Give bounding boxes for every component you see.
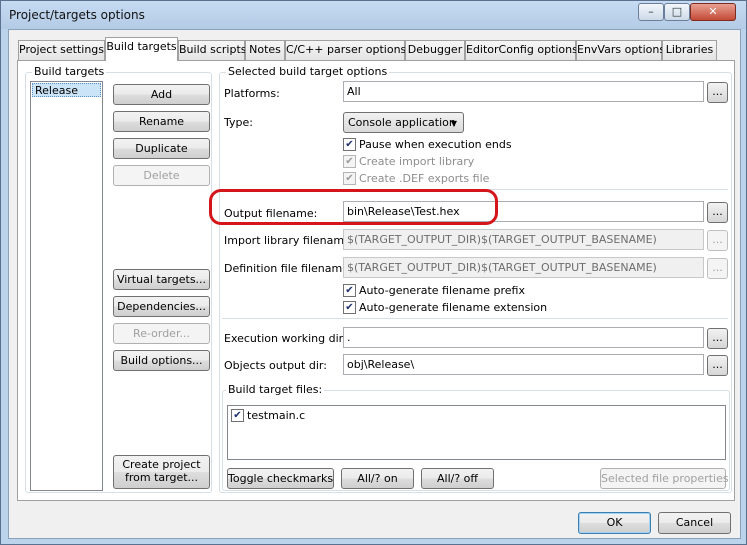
checkmark-icon: ✔ bbox=[231, 409, 244, 422]
file-name: testmain.c bbox=[247, 409, 306, 422]
tab-libraries[interactable]: Libraries bbox=[662, 40, 717, 60]
auto-prefix-label: Auto-generate filename prefix bbox=[359, 284, 525, 297]
auto-extension-label: Auto-generate filename extension bbox=[359, 301, 548, 314]
all-on-button[interactable]: All/? on bbox=[341, 468, 414, 489]
dependencies-button[interactable]: Dependencies... bbox=[113, 296, 210, 317]
build-targets-list[interactable]: Release bbox=[30, 81, 103, 491]
type-select-value: Console application bbox=[348, 116, 456, 129]
create-project-label-line2: from target... bbox=[124, 471, 199, 484]
create-import-library-checkbox[interactable]: ✔ Create import library bbox=[343, 155, 474, 168]
import-library-label: Import library filename: bbox=[224, 234, 355, 247]
duplicate-button[interactable]: Duplicate bbox=[113, 138, 210, 159]
virtual-targets-button[interactable]: Virtual targets... bbox=[113, 269, 210, 290]
tab-build-targets[interactable]: Build targets bbox=[105, 37, 178, 61]
list-item[interactable]: Release bbox=[32, 83, 101, 97]
selected-target-options-label: Selected build target options bbox=[226, 65, 390, 78]
definition-file-browse-button[interactable]: ... bbox=[707, 258, 728, 279]
checkmark-icon: ✔ bbox=[343, 172, 356, 185]
create-import-library-label: Create import library bbox=[359, 155, 475, 168]
add-button[interactable]: Add bbox=[113, 84, 210, 105]
output-filename-highlight bbox=[209, 189, 498, 225]
cancel-button[interactable]: Cancel bbox=[658, 512, 731, 534]
toggle-checkmarks-button[interactable]: Toggle checkmarks bbox=[227, 468, 334, 489]
definition-file-field[interactable]: $(TARGET_OUTPUT_DIR)$(TARGET_OUTPUT_BASE… bbox=[343, 257, 704, 278]
tab-build-scripts[interactable]: Build scripts bbox=[178, 40, 247, 60]
platforms-field[interactable]: All bbox=[343, 81, 704, 102]
list-item[interactable]: ✔ testmain.c bbox=[231, 409, 305, 422]
minimize-button[interactable]: – bbox=[638, 3, 664, 21]
selected-file-properties-button[interactable]: Selected file properties bbox=[600, 468, 729, 489]
chevron-down-icon: ▼ bbox=[450, 119, 457, 128]
tab-debugger[interactable]: Debugger bbox=[405, 40, 465, 60]
platforms-label: Platforms: bbox=[224, 87, 280, 100]
objects-dir-label: Objects output dir: bbox=[224, 359, 327, 372]
rename-button[interactable]: Rename bbox=[113, 111, 210, 132]
title-bar[interactable]: Project/targets options – □ ✕ bbox=[1, 1, 746, 29]
dialog-client: Project settings Build targets Build scr… bbox=[8, 29, 741, 539]
create-def-exports-label: Create .DEF exports file bbox=[359, 172, 490, 185]
objects-dir-browse-button[interactable]: ... bbox=[707, 355, 728, 376]
delete-button[interactable]: Delete bbox=[113, 165, 210, 186]
tab-notes[interactable]: Notes bbox=[245, 40, 285, 60]
definition-file-label: Definition file filename: bbox=[224, 262, 353, 275]
build-target-files-label: Build target files: bbox=[226, 383, 325, 396]
create-project-label-line1: Create project bbox=[122, 458, 201, 471]
tab-envvars-options[interactable]: EnvVars options bbox=[576, 40, 665, 60]
checkmark-icon: ✔ bbox=[343, 301, 356, 314]
import-library-browse-button[interactable]: ... bbox=[707, 230, 728, 251]
exec-dir-label: Execution working dir: bbox=[224, 332, 347, 345]
minimize-icon: – bbox=[648, 5, 654, 18]
pause-checkbox-label: Pause when execution ends bbox=[359, 138, 512, 151]
checkmark-icon: ✔ bbox=[343, 284, 356, 297]
tab-editorconfig-options[interactable]: EditorConfig options bbox=[465, 40, 578, 60]
import-library-field[interactable]: $(TARGET_OUTPUT_DIR)$(TARGET_OUTPUT_BASE… bbox=[343, 229, 704, 250]
ok-button[interactable]: OK bbox=[578, 512, 651, 534]
all-off-button[interactable]: All/? off bbox=[421, 468, 494, 489]
build-options-button[interactable]: Build options... bbox=[113, 350, 210, 371]
exec-dir-browse-button[interactable]: ... bbox=[707, 328, 728, 349]
tab-project-settings[interactable]: Project settings bbox=[18, 40, 105, 60]
type-label: Type: bbox=[224, 116, 253, 129]
checkmark-icon: ✔ bbox=[343, 155, 356, 168]
reorder-button[interactable]: Re-order... bbox=[113, 323, 210, 344]
maximize-button[interactable]: □ bbox=[664, 3, 690, 21]
type-select[interactable]: Console application ▼ bbox=[343, 112, 464, 133]
close-button[interactable]: ✕ bbox=[690, 3, 736, 21]
create-def-exports-checkbox[interactable]: ✔ Create .DEF exports file bbox=[343, 172, 489, 185]
checkmark-icon: ✔ bbox=[343, 138, 356, 151]
window-title: Project/targets options bbox=[9, 8, 145, 22]
build-targets-group-label: Build targets bbox=[32, 65, 107, 78]
auto-prefix-checkbox[interactable]: ✔ Auto-generate filename prefix bbox=[343, 284, 525, 297]
build-target-files-list[interactable]: ✔ testmain.c bbox=[227, 405, 726, 460]
output-filename-browse-button[interactable]: ... bbox=[707, 202, 728, 223]
tab-cpp-parser-options[interactable]: C/C++ parser options bbox=[285, 40, 406, 60]
auto-extension-checkbox[interactable]: ✔ Auto-generate filename extension bbox=[343, 301, 547, 314]
build-targets-panel: Build targets Release Add Rename Duplica… bbox=[17, 60, 735, 501]
create-project-from-target-button[interactable]: Create project from target... bbox=[113, 455, 210, 489]
pause-checkbox[interactable]: ✔ Pause when execution ends bbox=[343, 138, 512, 151]
options-dialog: Project/targets options – □ ✕ Project se… bbox=[0, 0, 747, 545]
exec-dir-field[interactable]: . bbox=[343, 327, 704, 348]
platforms-browse-button[interactable]: ... bbox=[707, 82, 728, 103]
maximize-icon: □ bbox=[671, 5, 683, 18]
separator bbox=[222, 318, 728, 319]
objects-dir-field[interactable]: obj\Release\ bbox=[343, 354, 704, 375]
close-icon: ✕ bbox=[708, 5, 718, 18]
